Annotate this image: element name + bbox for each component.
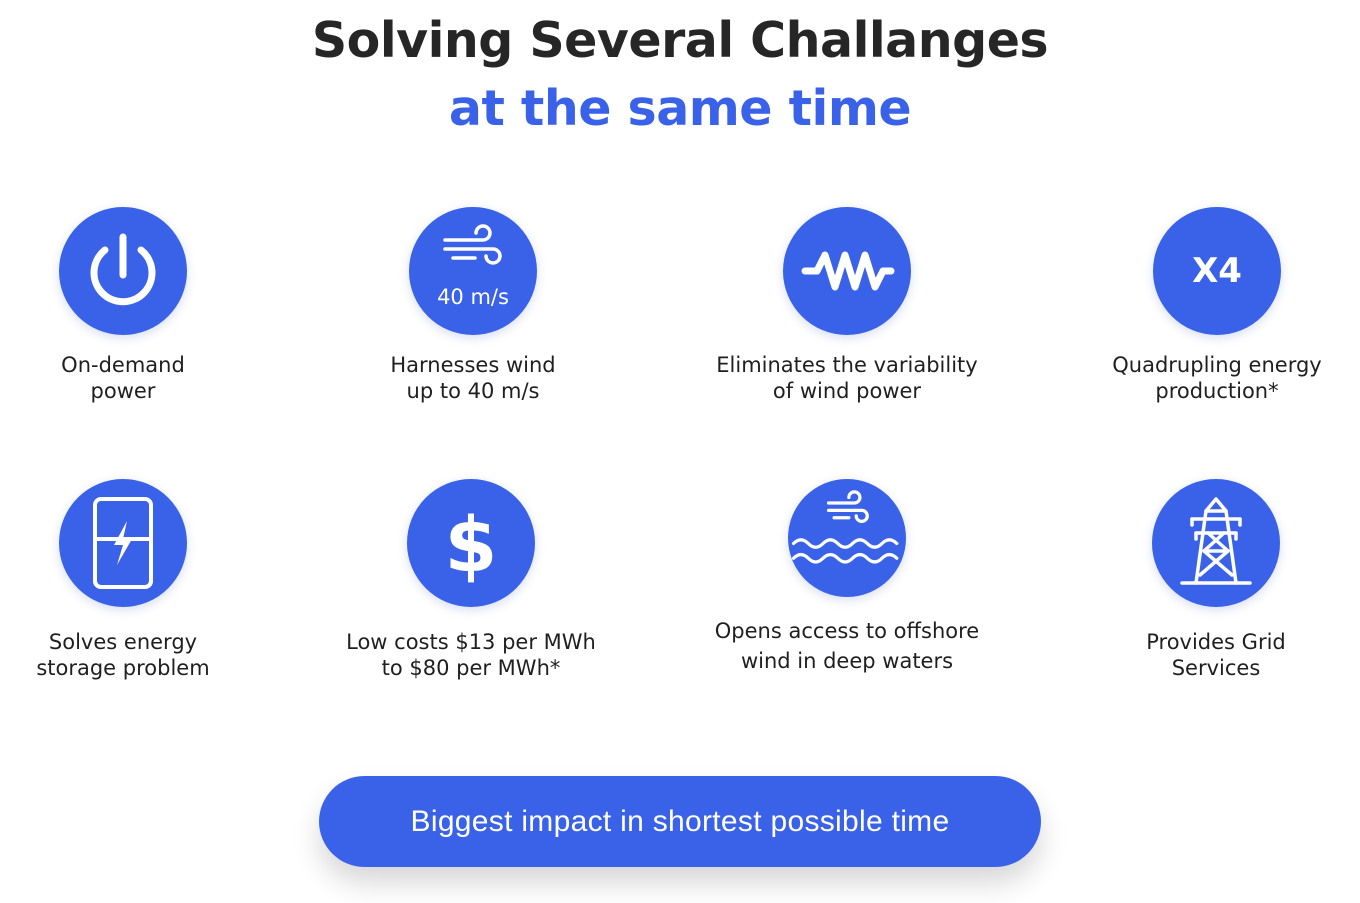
offshore-wind-waves-icon: [788, 479, 906, 597]
transmission-tower-icon: [1152, 479, 1280, 607]
feature-label-line2: wind in deep waters: [740, 649, 954, 673]
feature-label-line2: Services: [1171, 656, 1261, 680]
zigzag-wave-icon: [783, 207, 911, 335]
feature-label-line2: to $80 per MWh*: [381, 656, 561, 680]
feature-label-line1: Low costs $13 per MWh: [346, 630, 596, 654]
feature-label-line2: production*: [1155, 379, 1279, 403]
cta-button-label: Biggest impact in shortest possible time: [410, 804, 950, 838]
wind-speed-icon-text: 40 m/s: [437, 285, 509, 309]
page-subtitle: at the same time: [448, 80, 912, 137]
feature-label-line1: Harnesses wind: [390, 353, 556, 377]
feature-label-line1: Eliminates the variability: [716, 353, 978, 377]
svg-text:$: $: [445, 500, 498, 589]
feature-label-line2: of wind power: [772, 379, 922, 403]
feature-label-line2: power: [90, 379, 156, 403]
x4-icon: X4: [1153, 207, 1281, 335]
x4-icon-text: X4: [1192, 251, 1242, 291]
feature-label-line1: Opens access to offshore: [714, 619, 980, 643]
feature-label-line1: Provides Grid: [1146, 630, 1286, 654]
power-icon: [59, 207, 187, 335]
battery-bolt-icon: [59, 479, 187, 607]
feature-label-line1: Quadrupling energy: [1112, 353, 1322, 377]
wind-speed-icon: 40 m/s: [409, 207, 537, 335]
feature-label-line2: storage problem: [36, 656, 210, 680]
cta-button[interactable]: Biggest impact in shortest possible time: [319, 776, 1041, 867]
dollar-icon: $: [407, 479, 535, 607]
page-title: Solving Several Challanges: [311, 12, 1049, 69]
feature-label-line1: On-demand: [61, 353, 185, 377]
feature-label-line2: up to 40 m/s: [406, 379, 540, 403]
feature-label-line1: Solves energy: [48, 630, 198, 654]
